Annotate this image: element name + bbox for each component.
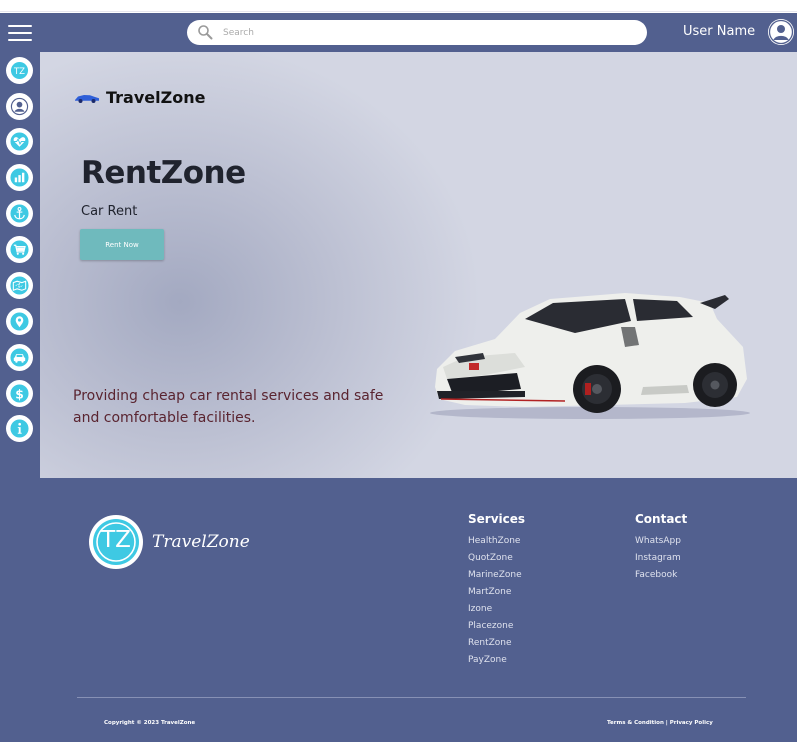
services-heading: Services [468, 512, 526, 526]
copyright-text: Copyright © 2023 TravelZone [104, 720, 196, 726]
contact-heading: Contact [635, 512, 688, 526]
anchor-icon[interactable] [6, 200, 33, 227]
service-link[interactable]: Placezone [468, 618, 525, 635]
footer-logo[interactable]: TZ TravelZone [88, 514, 250, 570]
car-image [430, 293, 750, 419]
tz-logo-icon[interactable]: TZ [6, 57, 33, 84]
service-link[interactable]: MarineZone [468, 567, 525, 584]
location-pin-icon[interactable] [6, 308, 33, 335]
service-link[interactable]: QuotZone [468, 550, 525, 567]
brand-car-icon [75, 94, 99, 103]
menu-icon[interactable] [8, 25, 32, 43]
user-avatar-icon[interactable] [767, 18, 795, 46]
logo-text: TravelZone [152, 532, 250, 552]
page-subtitle: Car Rent [81, 204, 138, 219]
dollar-icon[interactable]: $ [6, 380, 33, 407]
brand[interactable]: TravelZone [74, 88, 205, 107]
footer: TZ TravelZone Services HealthZone QuotZo… [40, 478, 797, 742]
service-link[interactable]: HealthZone [468, 533, 525, 550]
services-column: Services HealthZone QuotZone MarineZone … [468, 512, 525, 669]
brand-name: TravelZone [106, 88, 206, 107]
hero-description: Providing cheap car rental services and … [73, 388, 384, 426]
search-icon [198, 25, 213, 40]
page-title: RentZone [81, 155, 246, 191]
user-name[interactable]: User Name [683, 24, 755, 39]
svg-text:TZ: TZ [13, 67, 25, 77]
contact-link[interactable]: Facebook [635, 567, 687, 584]
rent-now-button[interactable]: Rent Now [80, 229, 164, 260]
shopping-cart-icon[interactable] [6, 236, 33, 263]
travel-map-icon[interactable] [6, 272, 33, 299]
top-strip [0, 0, 797, 12]
hero-banner: TravelZone RentZone Car Rent Rent Now Pr… [40, 52, 797, 478]
car-icon[interactable] [6, 344, 33, 371]
contact-link[interactable]: WhatsApp [635, 533, 687, 550]
service-link[interactable]: MartZone [468, 584, 525, 601]
search-input[interactable] [223, 23, 623, 42]
terms-privacy-links[interactable]: Terms & Condition | Privacy Policy [607, 720, 713, 726]
user-profile-icon[interactable] [6, 93, 33, 120]
info-icon[interactable] [6, 415, 33, 442]
bar-chart-icon[interactable] [6, 164, 33, 191]
svg-text:$: $ [15, 387, 24, 401]
service-link[interactable]: RentZone [468, 635, 525, 652]
sidebar: TZ $ [0, 52, 40, 742]
top-header: User Name [0, 13, 797, 52]
service-link[interactable]: Izone [468, 601, 525, 618]
contact-link[interactable]: Instagram [635, 550, 687, 567]
health-heart-icon[interactable] [6, 128, 33, 155]
footer-divider [77, 697, 746, 698]
contact-column: Contact WhatsApp Instagram Facebook [635, 512, 687, 584]
search-bar[interactable] [187, 20, 647, 45]
logo-initials: TZ [101, 527, 131, 553]
service-link[interactable]: PayZone [468, 652, 525, 669]
